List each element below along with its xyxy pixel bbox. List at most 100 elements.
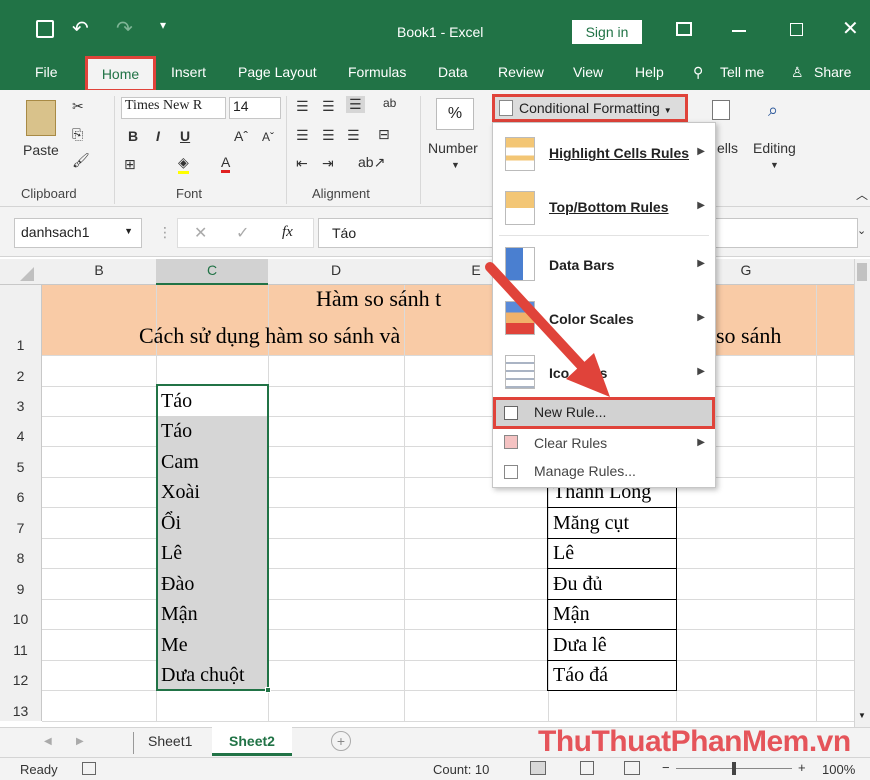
- align-bottom-icon[interactable]: ☰: [346, 96, 365, 113]
- format-painter-icon[interactable]: 🖌: [72, 152, 90, 169]
- list-c-item[interactable]: Dưa chuột: [156, 660, 245, 690]
- row-header-9[interactable]: 9: [0, 568, 42, 599]
- decrease-font-icon[interactable]: Aˇ: [262, 130, 274, 144]
- row-header-3[interactable]: 3: [0, 386, 42, 416]
- cut-icon[interactable]: ✂: [72, 98, 84, 115]
- tab-help[interactable]: Help: [635, 64, 664, 80]
- font-color-icon[interactable]: A: [221, 154, 231, 173]
- paste-icon[interactable]: [26, 100, 56, 136]
- select-all-corner[interactable]: [20, 267, 34, 281]
- list-f-item[interactable]: Mận: [548, 599, 590, 629]
- cells-group-button[interactable]: ells: [717, 140, 738, 156]
- list-f-item[interactable]: Lê: [548, 538, 574, 568]
- italic-button[interactable]: I: [156, 128, 160, 144]
- menu-item-clear-rules[interactable]: Clear Rules ▶: [493, 431, 715, 459]
- sign-in-button[interactable]: Sign in: [572, 20, 642, 44]
- page-layout-view-icon[interactable]: [580, 761, 594, 775]
- list-c-item[interactable]: Táo: [156, 416, 192, 446]
- align-top-icon[interactable]: ☰: [296, 98, 309, 115]
- copy-icon[interactable]: ⎘: [72, 126, 83, 143]
- editing-group-button[interactable]: Editing: [753, 140, 796, 156]
- maximize-icon[interactable]: [790, 23, 803, 36]
- number-group-button[interactable]: Number: [428, 140, 478, 156]
- ribbon-display-icon[interactable]: [676, 22, 692, 36]
- list-f-item[interactable]: Dưa lê: [548, 630, 607, 660]
- tab-file[interactable]: File: [35, 64, 58, 80]
- align-middle-icon[interactable]: ☰: [322, 98, 335, 115]
- orientation-icon[interactable]: ab↗: [358, 154, 385, 171]
- tell-me-box[interactable]: Tell me: [720, 64, 764, 80]
- close-icon[interactable]: ✕: [842, 16, 859, 41]
- undo-icon[interactable]: ↶: [72, 16, 89, 41]
- share-button[interactable]: Share: [814, 64, 851, 80]
- row-header-10[interactable]: 10: [0, 599, 42, 629]
- vertical-scrollbar[interactable]: ▼: [854, 259, 870, 727]
- list-c-item[interactable]: Đào: [156, 569, 194, 599]
- fill-color-icon[interactable]: ◈: [178, 154, 189, 174]
- fill-handle[interactable]: [265, 687, 271, 693]
- increase-font-icon[interactable]: Aˆ: [234, 128, 248, 144]
- redo-icon[interactable]: ↷: [116, 16, 133, 41]
- save-icon[interactable]: [36, 20, 54, 38]
- row-header-8[interactable]: 8: [0, 538, 42, 568]
- row-header-12[interactable]: 12: [0, 660, 42, 690]
- align-center-icon[interactable]: ☰: [322, 127, 335, 144]
- increase-indent-icon[interactable]: ⇥: [322, 155, 334, 172]
- bold-button[interactable]: B: [128, 128, 138, 144]
- percent-button[interactable]: %: [436, 98, 474, 130]
- list-c-item[interactable]: Ổi: [156, 508, 181, 538]
- list-c-item[interactable]: Me: [156, 630, 188, 660]
- zoom-in-button[interactable]: +: [798, 760, 806, 775]
- menu-item-highlight-cells[interactable]: Highlight Cells Rules ▶: [493, 133, 715, 177]
- align-right-icon[interactable]: ☰: [347, 127, 360, 144]
- borders-icon[interactable]: ⊞: [124, 156, 136, 173]
- name-box[interactable]: danhsach1 ▼: [14, 218, 142, 248]
- expand-formula-icon[interactable]: ⌄: [857, 224, 866, 237]
- align-left-icon[interactable]: ☰: [296, 127, 309, 144]
- menu-item-top-bottom[interactable]: Top/Bottom Rules ▶: [493, 187, 715, 231]
- list-c-item[interactable]: Táo: [156, 386, 192, 416]
- search-icon[interactable]: ⌕: [768, 100, 778, 121]
- underline-button[interactable]: U: [180, 128, 190, 144]
- sheet-tab-sheet2[interactable]: Sheet2: [212, 727, 292, 756]
- tab-view[interactable]: View: [573, 64, 603, 80]
- tab-insert[interactable]: Insert: [171, 64, 206, 80]
- list-c-item[interactable]: Mận: [156, 599, 198, 629]
- menu-item-manage-rules[interactable]: Manage Rules...: [493, 461, 715, 489]
- list-c-item[interactable]: Lê: [156, 538, 182, 568]
- insert-function-button[interactable]: fx: [282, 224, 293, 241]
- list-f-item[interactable]: Măng cụt: [548, 508, 629, 538]
- row-header-6[interactable]: 6: [0, 477, 42, 507]
- tab-review[interactable]: Review: [498, 64, 544, 80]
- conditional-formatting-button[interactable]: Conditional Formatting ▼: [492, 94, 688, 122]
- zoom-level[interactable]: 100%: [822, 762, 855, 777]
- column-header-c[interactable]: C: [156, 259, 268, 285]
- column-header-d[interactable]: D: [268, 262, 404, 278]
- decrease-indent-icon[interactable]: ⇤: [296, 155, 308, 172]
- zoom-out-button[interactable]: −: [662, 760, 670, 775]
- row-header-2[interactable]: 2: [0, 355, 42, 386]
- list-c-item[interactable]: Xoài: [156, 477, 200, 507]
- next-sheet-icon[interactable]: ▶: [76, 736, 84, 747]
- scroll-thumb[interactable]: [857, 263, 867, 281]
- page-break-view-icon[interactable]: [624, 761, 640, 775]
- font-name-select[interactable]: Times New R: [121, 97, 226, 119]
- scroll-down-icon[interactable]: ▼: [858, 711, 866, 720]
- cancel-icon[interactable]: ✕: [194, 223, 207, 243]
- prev-sheet-icon[interactable]: ◀: [44, 736, 52, 747]
- minimize-icon[interactable]: [732, 30, 746, 32]
- wrap-text-button[interactable]: ab: [383, 96, 396, 110]
- merge-icon[interactable]: ⊟: [378, 126, 390, 143]
- row-header-5[interactable]: 5: [0, 446, 42, 477]
- customize-qat-icon[interactable]: ▾: [160, 18, 166, 32]
- list-c-item[interactable]: Cam: [156, 447, 199, 477]
- add-sheet-icon[interactable]: +: [331, 731, 351, 751]
- tab-page-layout[interactable]: Page Layout: [238, 64, 317, 80]
- paste-button[interactable]: Paste: [23, 142, 59, 158]
- row-header-1[interactable]: 1: [0, 285, 42, 355]
- normal-view-icon[interactable]: [530, 761, 546, 775]
- macro-record-icon[interactable]: [82, 762, 96, 775]
- font-size-select[interactable]: 14: [229, 97, 281, 119]
- tab-home[interactable]: Home: [85, 56, 156, 92]
- row-header-13[interactable]: 13: [0, 690, 42, 721]
